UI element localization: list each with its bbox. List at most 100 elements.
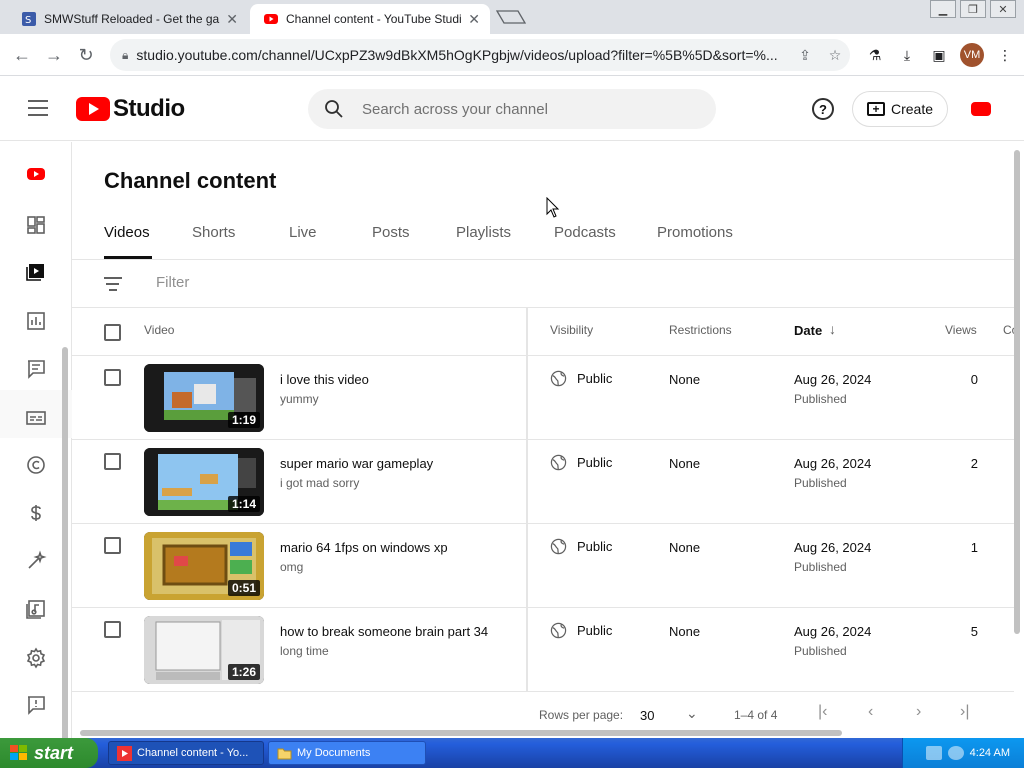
video-thumbnail[interactable]: 0:51 <box>144 532 264 600</box>
youtube-logo-icon <box>76 97 110 121</box>
hamburger-menu-icon[interactable] <box>28 100 48 116</box>
rail-scrollbar[interactable] <box>62 347 68 747</box>
tab-live[interactable]: Live <box>289 224 317 241</box>
row-checkbox[interactable] <box>104 537 121 554</box>
tray-network-icon[interactable] <box>947 746 964 760</box>
visibility-cell[interactable]: Public <box>550 538 612 555</box>
browser-tab-smwstuff[interactable]: S SMWStuff Reloaded - Get the game ✕ <box>8 4 248 34</box>
labs-flask-icon[interactable]: ⚗ <box>864 42 886 68</box>
taskbar-item-studio[interactable]: Channel content - Yo... <box>108 741 264 765</box>
mouse-cursor-icon <box>546 197 560 218</box>
table-row[interactable]: 1:19 i love this video yummy Public None… <box>72 356 1014 440</box>
content-icon[interactable] <box>24 260 48 284</box>
channel-search-input[interactable]: Search across your channel <box>308 89 716 129</box>
tab-shorts[interactable]: Shorts <box>192 224 235 241</box>
customization-icon[interactable] <box>24 549 48 573</box>
address-bar[interactable]: 🔒︎ studio.youtube.com/channel/UCxpPZ3w9d… <box>110 39 850 71</box>
views-count: 1 <box>970 540 978 555</box>
select-all-checkbox[interactable] <box>104 324 121 341</box>
active-tab-indicator <box>104 256 152 259</box>
video-thumbnail[interactable]: 1:26 <box>144 616 264 684</box>
channel-avatar-icon[interactable] <box>24 162 48 186</box>
chevron-down-icon[interactable]: ⌄ <box>686 705 698 722</box>
tab-posts[interactable]: Posts <box>372 224 410 241</box>
table-row[interactable]: 1:26 how to break someone brain part 34 … <box>72 608 1014 692</box>
help-icon[interactable]: ? <box>812 98 834 120</box>
video-thumbnail[interactable]: 1:19 <box>144 364 264 432</box>
filter-bar[interactable]: Filter <box>72 260 1014 308</box>
table-row[interactable]: 1:14 super mario war gameplay i got mad … <box>72 440 1014 524</box>
share-icon[interactable]: ⇪ <box>790 47 820 64</box>
start-label: start <box>34 742 74 763</box>
minimize-button[interactable]: ▁ <box>930 0 956 18</box>
vertical-scrollbar[interactable] <box>1014 150 1020 634</box>
table-row[interactable]: 0:51 mario 64 1fps on windows xp omg Pub… <box>72 524 1014 608</box>
video-thumbnail[interactable]: 1:14 <box>144 448 264 516</box>
tab-close-icon[interactable]: ✕ <box>468 11 480 28</box>
back-arrow-icon[interactable]: ← <box>10 43 34 67</box>
side-panel-icon[interactable]: ▣ <box>928 42 950 68</box>
tab-podcasts[interactable]: Podcasts <box>554 224 616 241</box>
tab-title: Channel content - YouTube Studio <box>286 12 463 26</box>
studio-logo[interactable]: Studio <box>76 95 185 123</box>
video-title[interactable]: i love this video <box>280 372 369 387</box>
create-button[interactable]: + Create <box>852 91 948 127</box>
visibility-cell[interactable]: Public <box>550 370 612 387</box>
studio-header: Studio Search across your channel ? + Cr… <box>0 77 1024 141</box>
reload-icon[interactable]: ↻ <box>74 43 98 67</box>
earn-icon[interactable] <box>24 501 48 525</box>
clock[interactable]: 4:24 AM <box>970 747 1010 759</box>
video-title[interactable]: super mario war gameplay <box>280 456 433 471</box>
filter-icon[interactable] <box>104 277 122 295</box>
download-icon[interactable]: ⤓ <box>896 42 918 68</box>
last-page-icon[interactable]: ›| <box>960 703 969 721</box>
audio-library-icon[interactable] <box>24 597 48 621</box>
row-checkbox[interactable] <box>104 621 121 638</box>
rows-per-page-label: Rows per page: <box>539 708 624 722</box>
forward-arrow-icon[interactable]: → <box>42 43 66 67</box>
horizontal-scrollbar[interactable] <box>80 730 842 736</box>
video-description: yummy <box>280 392 319 406</box>
dashboard-icon[interactable] <box>24 213 48 237</box>
smwstuff-favicon-icon: S <box>22 12 36 26</box>
visibility-cell[interactable]: Public <box>550 622 612 639</box>
row-checkbox[interactable] <box>104 453 121 470</box>
header-date[interactable]: Date <box>794 323 822 338</box>
taskbar-item-my-documents[interactable]: My Documents <box>268 741 426 765</box>
video-title[interactable]: how to break someone brain part 34 <box>280 624 488 639</box>
sort-down-arrow-icon[interactable]: ↓ <box>829 321 836 337</box>
rows-per-page-select[interactable]: 30 <box>640 708 654 723</box>
visibility-cell[interactable]: Public <box>550 454 612 471</box>
new-tab-button[interactable] <box>496 9 526 25</box>
subtitles-icon[interactable] <box>24 406 48 430</box>
row-checkbox[interactable] <box>104 369 121 386</box>
browser-tab-studio[interactable]: Channel content - YouTube Studio ✕ <box>250 4 490 34</box>
settings-icon[interactable] <box>24 646 48 670</box>
header-restrictions[interactable]: Restrictions <box>669 323 732 337</box>
globe-icon <box>550 370 567 387</box>
close-window-button[interactable]: ✕ <box>990 0 1016 18</box>
browser-menu-icon[interactable]: ⋮ <box>994 42 1016 68</box>
copyright-icon[interactable] <box>24 453 48 477</box>
tab-promotions[interactable]: Promotions <box>657 224 733 241</box>
bookmark-star-icon[interactable]: ☆ <box>820 47 850 64</box>
header-visibility[interactable]: Visibility <box>550 323 593 337</box>
comments-icon[interactable] <box>24 357 48 381</box>
tray-keyboard-icon[interactable] <box>925 746 942 760</box>
previous-page-icon[interactable]: ‹ <box>868 703 873 721</box>
restore-button[interactable]: ❐ <box>960 0 986 18</box>
analytics-icon[interactable] <box>24 309 48 333</box>
next-page-icon[interactable]: › <box>916 703 921 721</box>
start-button[interactable]: start <box>0 738 98 768</box>
tab-close-icon[interactable]: ✕ <box>226 11 238 28</box>
header-views[interactable]: Views <box>945 323 977 337</box>
profile-avatar[interactable]: VM <box>960 43 984 67</box>
tab-playlists[interactable]: Playlists <box>456 224 511 241</box>
channel-avatar-button[interactable] <box>971 102 991 116</box>
date-value: Aug 26, 2024 <box>794 456 872 471</box>
video-title[interactable]: mario 64 1fps on windows xp <box>280 540 448 555</box>
publish-status: Published <box>794 560 847 574</box>
tab-videos[interactable]: Videos <box>104 224 150 241</box>
feedback-icon[interactable] <box>24 693 48 717</box>
first-page-icon[interactable]: |‹ <box>818 703 827 721</box>
